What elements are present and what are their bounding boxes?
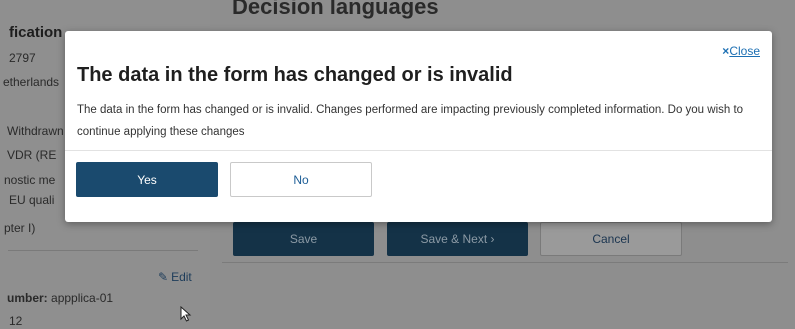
footer-value: 12	[9, 314, 23, 328]
number-label: umber:	[7, 291, 48, 305]
number-row: umber: appplica-01	[7, 291, 113, 305]
left-line-3: Withdrawn	[7, 124, 64, 138]
left-line-4: VDR (RE	[7, 148, 57, 162]
left-line-2: etherlands	[3, 75, 60, 89]
save-next-button[interactable]: Save & Next ›	[387, 222, 528, 256]
yes-button[interactable]: Yes	[76, 162, 218, 197]
dialog-divider	[65, 150, 772, 151]
left-line-6: EU quali	[9, 193, 55, 207]
left-panel-heading: fication	[9, 24, 63, 41]
left-line-5: nostic me	[4, 173, 56, 187]
save-button[interactable]: Save	[233, 222, 374, 256]
footer-divider	[222, 262, 788, 263]
left-line-1: 2797	[9, 51, 36, 65]
dialog-message: The data in the form has changed or is i…	[77, 104, 744, 138]
no-button[interactable]: No	[230, 162, 372, 197]
pencil-icon: ✎	[158, 270, 169, 284]
mouse-cursor-icon	[180, 306, 192, 322]
edit-label: Edit	[171, 270, 192, 284]
edit-link[interactable]: ✎ Edit	[158, 270, 192, 284]
cancel-button[interactable]: Cancel	[540, 222, 682, 256]
dialog-title: The data in the form has changed or is i…	[77, 64, 513, 86]
left-line-7: pter I)	[4, 221, 36, 235]
confirm-dialog: ×Close The data in the form has changed …	[65, 31, 772, 222]
section-title: Decision languages	[232, 0, 439, 19]
left-divider	[8, 250, 198, 251]
close-button[interactable]: ×Close	[722, 44, 760, 58]
number-value: appplica-01	[51, 291, 114, 305]
close-label: Close	[729, 44, 760, 58]
